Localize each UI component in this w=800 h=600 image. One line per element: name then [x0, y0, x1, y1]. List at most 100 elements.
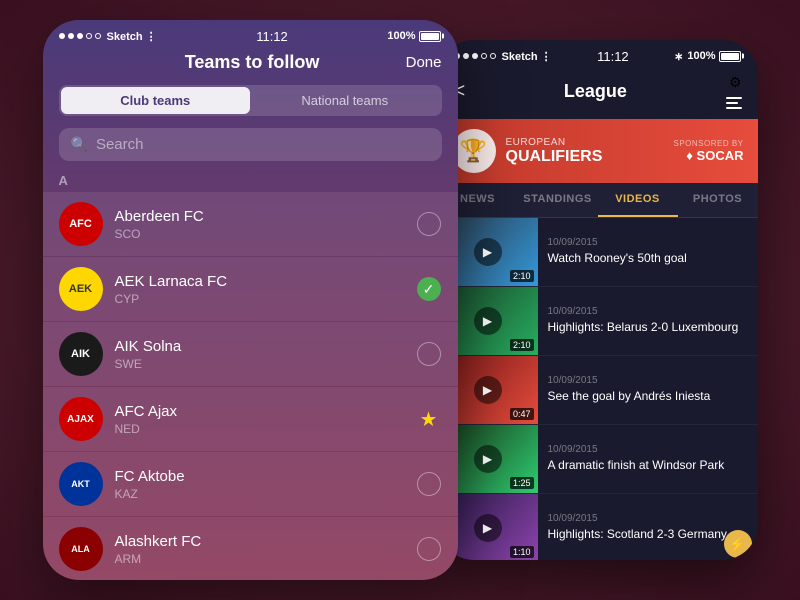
eq-text: EUROPEAN QUALIFIERS — [506, 137, 664, 166]
eq-sponsor-name: ♦ SOCAR — [673, 148, 743, 163]
search-icon: 🔍 — [71, 136, 88, 153]
r-dot-3 — [472, 53, 478, 59]
play-icon-4: ▶ — [474, 445, 502, 473]
aik-country: SWE — [115, 357, 404, 371]
lightning-badge: ⚡ — [724, 530, 752, 558]
right-phone: Sketch ⋮ 11:12 ∗ 100% < League ⚙ — [438, 40, 758, 560]
r-dot-2 — [463, 53, 469, 59]
r-dot-5 — [490, 53, 496, 59]
eq-title-bottom: QUALIFIERS — [506, 148, 664, 166]
signal-dot-5 — [95, 33, 101, 39]
play-icon-5: ▶ — [474, 514, 502, 542]
section-a-header: A — [43, 169, 458, 192]
aek-country: CYP — [115, 292, 404, 306]
aik-action[interactable] — [416, 341, 442, 367]
team-row-aberdeen[interactable]: AFC Aberdeen FC SCO — [43, 192, 458, 256]
done-button[interactable]: Done — [406, 54, 442, 71]
video-duration-5: 1:10 — [510, 546, 534, 558]
search-input[interactable]: Search — [96, 136, 144, 153]
aek-action[interactable]: ✓ — [416, 276, 442, 302]
battery-icon — [419, 31, 441, 42]
eq-logo: 🏆 — [452, 129, 496, 173]
video-duration-4: 1:25 — [510, 477, 534, 489]
aek-name: AEK Larnaca FC — [115, 273, 404, 290]
ajax-info: AFC Ajax NED — [115, 403, 404, 436]
signal-dot-2 — [68, 33, 74, 39]
play-icon-3: ▶ — [474, 376, 502, 404]
aktobe-name: FC Aktobe — [115, 468, 404, 485]
video-duration-3: 0:47 — [510, 408, 534, 420]
video-row-1[interactable]: ▶ 2:10 10/09/2015 Watch Rooney's 50th go… — [438, 218, 758, 287]
circle-select-icon-3 — [417, 472, 441, 496]
video-row-5[interactable]: ▶ 1:10 10/09/2015 Highlights: Scotland 2… — [438, 494, 758, 560]
right-battery-fill — [721, 53, 739, 60]
aberdeen-country: SCO — [115, 227, 404, 241]
right-bt-icon: ∗ — [674, 50, 683, 63]
menu-line-3 — [726, 107, 742, 109]
eq-title-top: EUROPEAN — [506, 137, 664, 148]
aik-name: AIK Solna — [115, 338, 404, 355]
video-title-3: See the goal by Andrés Iniesta — [548, 389, 748, 405]
check-select-icon: ✓ — [417, 277, 441, 301]
ajax-logo: AJAX — [59, 397, 103, 441]
play-icon-1: ▶ — [474, 238, 502, 266]
team-row-aek[interactable]: AEK AEK Larnaca FC CYP ✓ — [43, 257, 458, 321]
star-icon: ★ — [420, 407, 438, 432]
video-duration-2: 2:10 — [510, 339, 534, 351]
team-row-alashkert[interactable]: ALA Alashkert FC ARM — [43, 517, 458, 580]
segment-club-teams[interactable]: Club teams — [61, 87, 251, 114]
segment-national-teams[interactable]: National teams — [250, 87, 440, 114]
circle-select-icon-4 — [417, 537, 441, 561]
left-phone: Sketch ⋮ 11:12 100% Teams to follow Done… — [43, 20, 458, 580]
ajax-country: NED — [115, 422, 404, 436]
aek-info: AEK Larnaca FC CYP — [115, 273, 404, 306]
video-date-3: 10/09/2015 — [548, 375, 748, 386]
aktobe-action[interactable] — [416, 471, 442, 497]
alashkert-name: Alashkert FC — [115, 533, 404, 550]
right-battery-icon — [719, 51, 741, 62]
video-title-2: Highlights: Belarus 2-0 Luxembourg — [548, 320, 748, 336]
tab-photos[interactable]: PHOTOS — [678, 183, 758, 217]
video-row-4[interactable]: ▶ 1:25 10/09/2015 A dramatic finish at W… — [438, 425, 758, 494]
aik-info: AIK Solna SWE — [115, 338, 404, 371]
video-info-1: 10/09/2015 Watch Rooney's 50th goal — [538, 218, 758, 286]
right-tabs: NEWS STANDINGS VIDEOS PHOTOS — [438, 183, 758, 218]
video-row-3[interactable]: ▶ 0:47 10/09/2015 See the goal by Andrés… — [438, 356, 758, 425]
battery-fill — [421, 33, 439, 40]
video-duration-1: 2:10 — [510, 270, 534, 282]
signal-dots: Sketch ⋮ — [59, 30, 157, 43]
video-date-5: 10/09/2015 — [548, 513, 748, 524]
video-title-5: Highlights: Scotland 2-3 Germany — [548, 527, 748, 543]
aktobe-country: KAZ — [115, 487, 404, 501]
aberdeen-action[interactable] — [416, 211, 442, 237]
eq-sponsored-by: SPONSORED BY — [673, 139, 743, 148]
tab-standings[interactable]: STANDINGS — [518, 183, 598, 217]
team-row-ajax[interactable]: AJAX AFC Ajax NED ★ — [43, 387, 458, 451]
menu-line-2 — [726, 102, 738, 104]
video-row-2[interactable]: ▶ 2:10 10/09/2015 Highlights: Belarus 2-… — [438, 287, 758, 356]
video-title-1: Watch Rooney's 50th goal — [548, 251, 748, 267]
left-battery-area: 100% — [387, 30, 441, 42]
right-header: < League ⚙ — [438, 68, 758, 119]
team-row-aik[interactable]: AIK AIK Solna SWE — [43, 322, 458, 386]
search-bar[interactable]: 🔍 Search — [59, 128, 442, 161]
video-info-2: 10/09/2015 Highlights: Belarus 2-0 Luxem… — [538, 287, 758, 355]
alashkert-info: Alashkert FC ARM — [115, 533, 404, 566]
team-row-aktobe[interactable]: AKT FC Aktobe KAZ — [43, 452, 458, 516]
circle-select-icon-2 — [417, 342, 441, 366]
menu-button[interactable]: ⚙ — [726, 74, 742, 109]
right-battery-pct: 100% — [687, 50, 715, 62]
gear-icon: ⚙ — [729, 74, 742, 91]
right-signal-dots: Sketch ⋮ — [454, 50, 552, 63]
ajax-name: AFC Ajax — [115, 403, 404, 420]
video-info-4: 10/09/2015 A dramatic finish at Windsor … — [538, 425, 758, 493]
video-date-1: 10/09/2015 — [548, 237, 748, 248]
tab-videos[interactable]: VIDEOS — [598, 183, 678, 217]
wifi-label: Sketch ⋮ — [107, 30, 157, 43]
left-header: Teams to follow Done — [43, 48, 458, 85]
video-date-2: 10/09/2015 — [548, 306, 748, 317]
ajax-action[interactable]: ★ — [416, 406, 442, 432]
eq-banner[interactable]: 🏆 EUROPEAN QUALIFIERS SPONSORED BY ♦ SOC… — [438, 119, 758, 183]
alashkert-action[interactable] — [416, 536, 442, 562]
right-status-bar: Sketch ⋮ 11:12 ∗ 100% — [438, 40, 758, 68]
